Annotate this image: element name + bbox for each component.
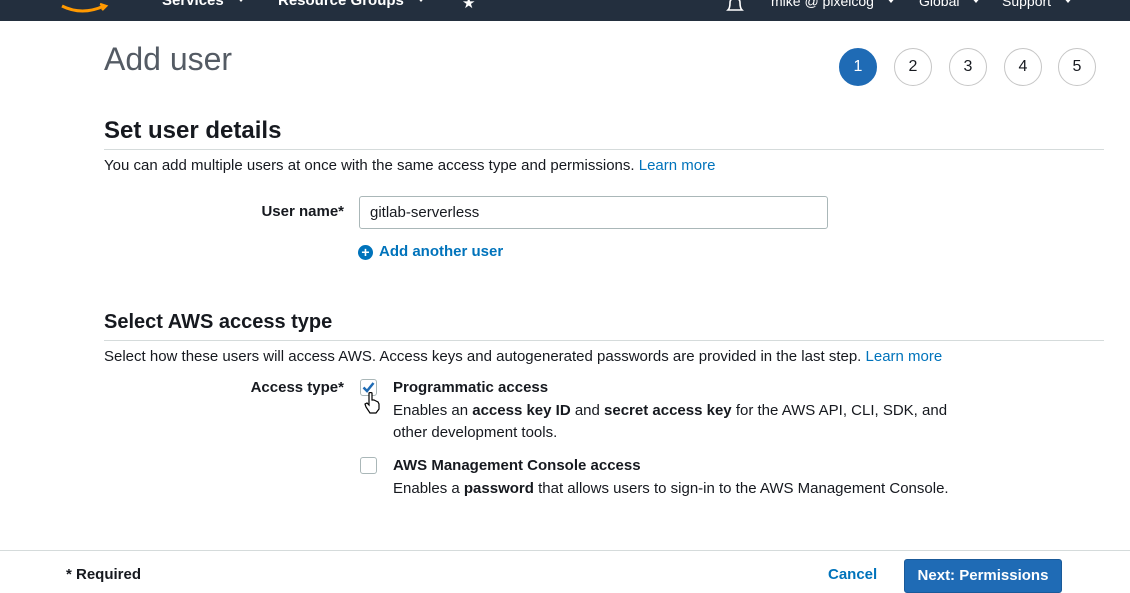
programmatic-access-description: Enables an access key ID and secret acce… xyxy=(393,400,953,444)
top-navigation-bar: Services Resource Groups ★ mike @ pixelc… xyxy=(0,0,1130,21)
chevron-down-icon xyxy=(885,0,896,4)
region-label: Global xyxy=(919,0,960,9)
desc-text: that allows users to sign-in to the AWS … xyxy=(538,480,949,497)
resource-groups-menu[interactable]: Resource Groups xyxy=(278,0,426,9)
step-2[interactable]: 2 xyxy=(894,48,932,86)
user-details-description: You can add multiple users at once with … xyxy=(104,157,715,174)
desc-text: Enables a xyxy=(393,480,460,497)
user-details-description-text: You can add multiple users at once with … xyxy=(104,157,635,174)
plus-circle-icon: + xyxy=(358,245,373,260)
desc-text: and xyxy=(574,402,600,419)
account-menu[interactable]: mike @ pixelcog xyxy=(771,0,896,9)
access-type-heading: Select AWS access type xyxy=(104,311,333,333)
console-access-checkbox[interactable] xyxy=(360,457,377,474)
access-type-label: Access type* xyxy=(250,379,344,396)
services-menu[interactable]: Services xyxy=(162,0,246,9)
next-permissions-button[interactable]: Next: Permissions xyxy=(904,559,1062,593)
learn-more-link[interactable]: Learn more xyxy=(639,157,716,174)
page-title: Add user xyxy=(104,41,233,77)
user-name-input[interactable] xyxy=(359,196,828,229)
support-label: Support xyxy=(1002,0,1052,9)
chevron-down-icon xyxy=(235,0,246,3)
programmatic-access-title: Programmatic access xyxy=(393,379,549,396)
section-divider xyxy=(104,340,1104,341)
desc-text: Enables an xyxy=(393,402,469,419)
desc-bold: secret access key xyxy=(604,402,732,419)
star-icon[interactable]: ★ xyxy=(462,0,475,12)
step-4[interactable]: 4 xyxy=(1004,48,1042,86)
chevron-down-icon xyxy=(415,0,426,3)
add-another-user-link[interactable]: + Add another user xyxy=(358,243,503,260)
console-access-title: AWS Management Console access xyxy=(393,457,641,474)
region-menu[interactable]: Global xyxy=(919,0,982,9)
console-access-description: Enables a password that allows users to … xyxy=(393,478,953,500)
chevron-down-icon xyxy=(1063,0,1074,4)
add-another-user-label: Add another user xyxy=(379,243,504,260)
desc-bold: access key ID xyxy=(472,402,571,419)
footer-divider xyxy=(0,550,1130,551)
set-user-details-heading: Set user details xyxy=(104,117,282,144)
chevron-down-icon xyxy=(971,0,982,4)
account-label: mike @ pixelcog xyxy=(771,0,874,9)
hand-cursor-icon xyxy=(364,392,380,414)
resource-groups-label: Resource Groups xyxy=(278,0,404,9)
desc-bold: password xyxy=(463,480,534,497)
aws-logo-icon[interactable] xyxy=(60,0,110,16)
step-1[interactable]: 1 xyxy=(839,48,877,86)
bell-icon[interactable] xyxy=(725,0,745,12)
services-label: Services xyxy=(162,0,224,9)
learn-more-link[interactable]: Learn more xyxy=(866,348,943,365)
access-type-description: Select how these users will access AWS. … xyxy=(104,348,942,365)
section-divider xyxy=(104,149,1104,150)
cancel-button[interactable]: Cancel xyxy=(828,566,877,583)
support-menu[interactable]: Support xyxy=(1002,0,1074,9)
step-3[interactable]: 3 xyxy=(949,48,987,86)
step-5[interactable]: 5 xyxy=(1058,48,1096,86)
access-type-description-text: Select how these users will access AWS. … xyxy=(104,348,862,365)
required-note: * Required xyxy=(66,566,142,583)
user-name-label: User name* xyxy=(261,203,344,220)
